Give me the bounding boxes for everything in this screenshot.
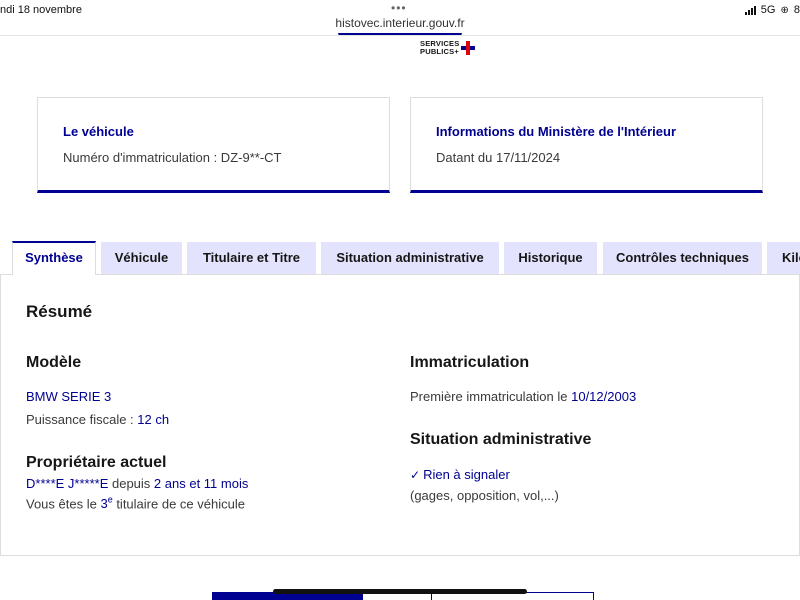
admin-situation-heading: Situation administrative [410, 431, 592, 448]
first-registration: Première immatriculation le 10/12/2003 [410, 389, 637, 404]
ministry-card-title: Informations du Ministère de l'Intérieur [436, 124, 677, 139]
registration-number: Numéro d'immatriculation : DZ-9**-CT [63, 150, 282, 165]
plus-cross-icon [461, 41, 476, 55]
first-registration-date: 10/12/2003 [571, 389, 637, 404]
tab-controles-techniques[interactable]: Contrôles techniques [603, 242, 762, 274]
tab-synthese[interactable]: Synthèse [12, 241, 96, 275]
header-divider [0, 35, 800, 36]
location-icon: ⊕ [780, 4, 789, 16]
status-indicators: 5G ⊕ 8 [744, 4, 800, 16]
registration-heading: Immatriculation [410, 354, 530, 371]
tab-historique[interactable]: Historique [504, 242, 597, 274]
logo-text: SERVICES PUBLICS+ [420, 39, 460, 56]
services-publics-logo[interactable]: SERVICES PUBLICS+ [420, 39, 476, 56]
vehicle-card: Le véhicule Numéro d'immatriculation : D… [37, 97, 390, 193]
owner-heading: Propriétaire actuel [26, 454, 167, 471]
tab-bar: Synthèse Véhicule Titulaire et Titre Sit… [0, 241, 800, 275]
network-label: 5G [760, 4, 776, 16]
battery-label: 8 [793, 4, 800, 16]
check-icon: ✓ [410, 468, 421, 482]
tab-vehicule[interactable]: Véhicule [101, 242, 182, 274]
report-date: Datant du 17/11/2024 [436, 150, 561, 165]
fiscal-power-value: 12 ch [137, 412, 170, 427]
vehicle-card-title: Le véhicule [63, 124, 134, 139]
owner-rank: Vous êtes le 3e titulaire de ce véhicule [26, 495, 245, 512]
more-dots-icon[interactable]: ••• [391, 1, 407, 15]
primary-button-partial[interactable] [213, 593, 363, 600]
tab-titulaire[interactable]: Titulaire et Titre [187, 242, 316, 274]
fiscal-power: Puissance fiscale : 12 ch [26, 412, 170, 427]
signal-icon [744, 5, 756, 15]
admin-details: (gages, opposition, vol,...) [410, 488, 559, 503]
owner-line: D****E J*****E depuis 2 ans et 11 mois [26, 476, 249, 491]
owner-rank-number: 3e [100, 495, 113, 512]
owner-name: D****E J*****E [26, 476, 109, 491]
tab-kilometrage[interactable]: Kilométrage [767, 242, 800, 274]
tab-situation-administrative[interactable]: Situation administrative [321, 242, 499, 274]
address-bar[interactable]: histovec.interieur.gouv.fr [0, 16, 800, 30]
model-name: BMW SERIE 3 [26, 389, 112, 404]
home-indicator[interactable] [273, 589, 527, 594]
summary-title: Résumé [26, 302, 93, 321]
admin-status: ✓ Rien à signaler [410, 467, 510, 482]
owner-duration: 2 ans et 11 mois [153, 476, 249, 491]
ministry-card: Informations du Ministère de l'Intérieur… [410, 97, 763, 193]
status-date: ndi 18 novembre [0, 4, 82, 16]
model-heading: Modèle [26, 354, 82, 371]
